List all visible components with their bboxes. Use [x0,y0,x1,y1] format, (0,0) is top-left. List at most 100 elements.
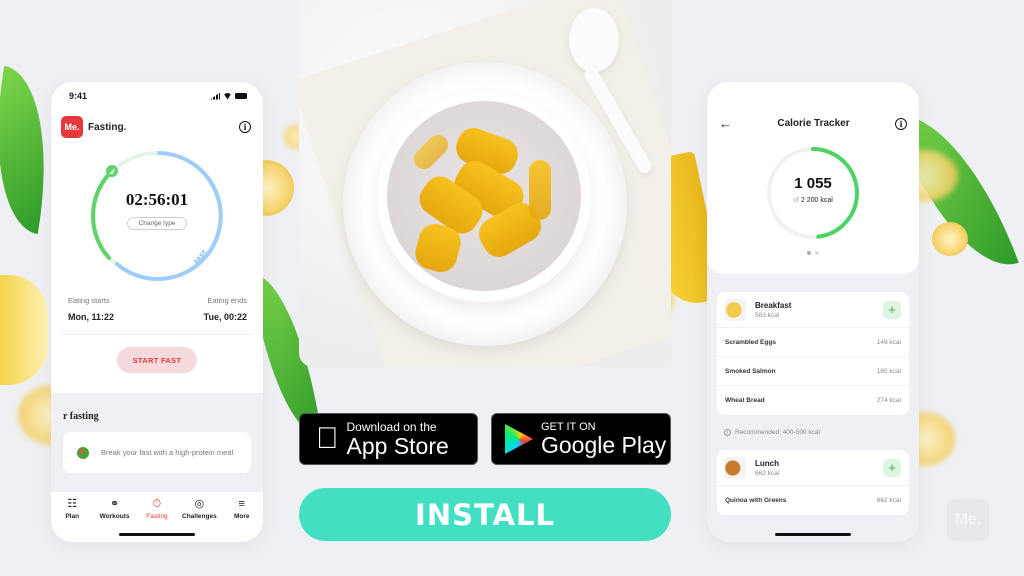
eating-ends-value[interactable]: Tue, 00:22 [204,312,247,322]
calorie-tracker-phone-screen: ← Calorie Tracker i 1 055 of 2 200 kcal … [707,82,919,542]
salad-icon [77,446,89,459]
food-kcal: 160 kcal [876,367,901,375]
breakfast-thumbnail [724,298,746,321]
timer-ring-graphic: FAST [90,151,223,281]
info-icon[interactable]: i [239,121,251,133]
food-name: Scrambled Eggs [725,338,776,346]
start-fast-button[interactable]: START FAST [117,347,197,373]
pager-dots [707,251,919,255]
tab-label: Plan [65,513,80,520]
tab-plan[interactable]: ☷ Plan [52,497,92,542]
food-row[interactable]: Scrambled Eggs 149 kcal [717,328,909,357]
timer-value: 02:56:01 [125,190,189,209]
info-icon[interactable]: i [894,117,907,130]
divider [61,334,253,335]
calorie-ring-graphic [767,147,859,239]
dumbbell-icon: ⚭ [109,498,120,510]
ring-fast-arc [115,151,223,281]
calories-consumed: 1 055 [794,175,832,192]
tab-label: Workouts [99,513,130,520]
food-name: Wheat Bread [725,397,765,404]
eating-ends-label: Eating ends [207,296,247,305]
add-lunch-button[interactable]: + [883,458,901,477]
app-header: Me. Fasting. i [51,110,263,140]
target-icon: ◎ [194,498,205,510]
fasting-phone-screen: 9:41 Me. Fasting. i FAST 02:56:01 Change… [51,82,263,542]
google-play-button[interactable]: GET IT ON Google Play [491,413,671,465]
home-indicator [775,533,851,536]
wifi-icon [223,92,232,100]
eating-starts-label: Eating starts [68,296,110,305]
google-play-icon [505,424,533,454]
apple-icon:  [316,422,339,456]
tip-card[interactable]: Break your fast with a high-protein meal [63,432,251,473]
meal-card-breakfast: Breakfast 583 kcal + Scrambled Eggs 149 … [717,292,909,415]
banana-decoration [0,275,48,385]
fasting-timer-ring: FAST 02:56:01 Change type [87,146,227,286]
change-type-button[interactable]: Change type [127,217,187,230]
banana-chunk [529,160,551,220]
tab-label: Challenges [182,513,217,520]
stopwatch-icon: ⏱ [152,498,162,510]
recommendation-text: Recommended: 400-500 kcal [735,429,820,436]
back-arrow-icon[interactable]: ← [719,116,732,131]
food-row[interactable]: Quinoa with Greens 662 kcal [717,486,909,515]
calorie-goal: of 2 200 kcal [765,197,861,204]
banana-slice-decoration [932,222,968,256]
pager-dot[interactable] [807,251,811,255]
signal-icon [210,92,220,100]
meal-kcal: 583 kcal [755,311,780,319]
calorie-of-label: of [793,197,799,204]
food-kcal: 274 kcal [876,397,901,404]
install-button[interactable]: INSTALL [299,488,671,541]
me-watermark-logo: Me. [947,499,989,541]
page-title: Calorie Tracker [777,118,850,129]
pager-dot[interactable] [815,251,819,255]
info-icon: i [724,429,731,436]
recommendation-note: i Recommended: 400-500 kcal [707,415,919,450]
add-breakfast-button[interactable]: + [883,300,901,319]
google-play-big-text: Google Play [541,432,667,458]
app-logo: Me. [61,116,83,138]
tab-label: More [233,513,250,520]
menu-icon: ≡ [238,498,245,510]
lunch-thumbnail [724,456,746,479]
meal-name: Breakfast [755,300,792,310]
calorie-tracker-header: ← Calorie Tracker i [707,82,919,131]
meal-card-lunch: Lunch 662 kcal + Quinoa with Greens 662 … [717,450,909,515]
app-store-small-text: Download on the [324,419,437,434]
plan-icon: ☷ [67,498,78,510]
calorie-goal-value: 2 200 kcal [800,197,833,204]
food-name: Smoked Salmon [725,367,776,375]
meal-kcal: 662 kcal [755,469,780,477]
status-time: 9:41 [69,91,88,101]
home-indicator [119,533,195,536]
calorie-summary-card: ← Calorie Tracker i 1 055 of 2 200 kcal [707,82,919,274]
food-row[interactable]: Smoked Salmon 160 kcal [717,357,909,386]
food-kcal: 149 kcal [876,338,901,346]
app-store-button[interactable]:  Download on the App Store [299,413,478,465]
food-row[interactable]: Wheat Bread 274 kcal [717,386,909,415]
tab-more[interactable]: ≡ More [222,497,262,542]
eating-starts-value[interactable]: Mon, 11:22 [68,312,114,322]
app-title: Fasting. [88,121,127,133]
meal-name: Lunch [755,458,779,468]
tip-text: Break your fast with a high-protein meal [101,447,234,457]
status-bar: 9:41 [51,82,263,110]
bottom-tab-bar: ☷ Plan ⚭ Workouts ⏱ Fasting ◎ Challenges… [51,492,263,542]
section-title: r fasting [63,411,99,422]
food-kcal: 662 kcal [876,497,901,504]
plus-icon: + [888,302,896,317]
fasting-tips-section: r fasting Break your fast with a high-pr… [51,393,263,493]
tab-label: Fasting [146,513,168,520]
battery-icon [235,93,247,99]
meal-header: Breakfast 583 kcal + [717,292,909,328]
meal-header: Lunch 662 kcal + [717,450,909,486]
food-name: Quinoa with Greens [725,497,787,504]
plus-icon: + [888,460,896,475]
eating-window: Eating starts Mon, 11:22 Eating ends Tue… [51,286,263,322]
spoon [569,8,619,72]
app-store-big-text: App Store [324,432,449,459]
banana-dessert-photo [299,0,671,367]
calorie-progress-ring: 1 055 of 2 200 kcal [765,145,861,241]
